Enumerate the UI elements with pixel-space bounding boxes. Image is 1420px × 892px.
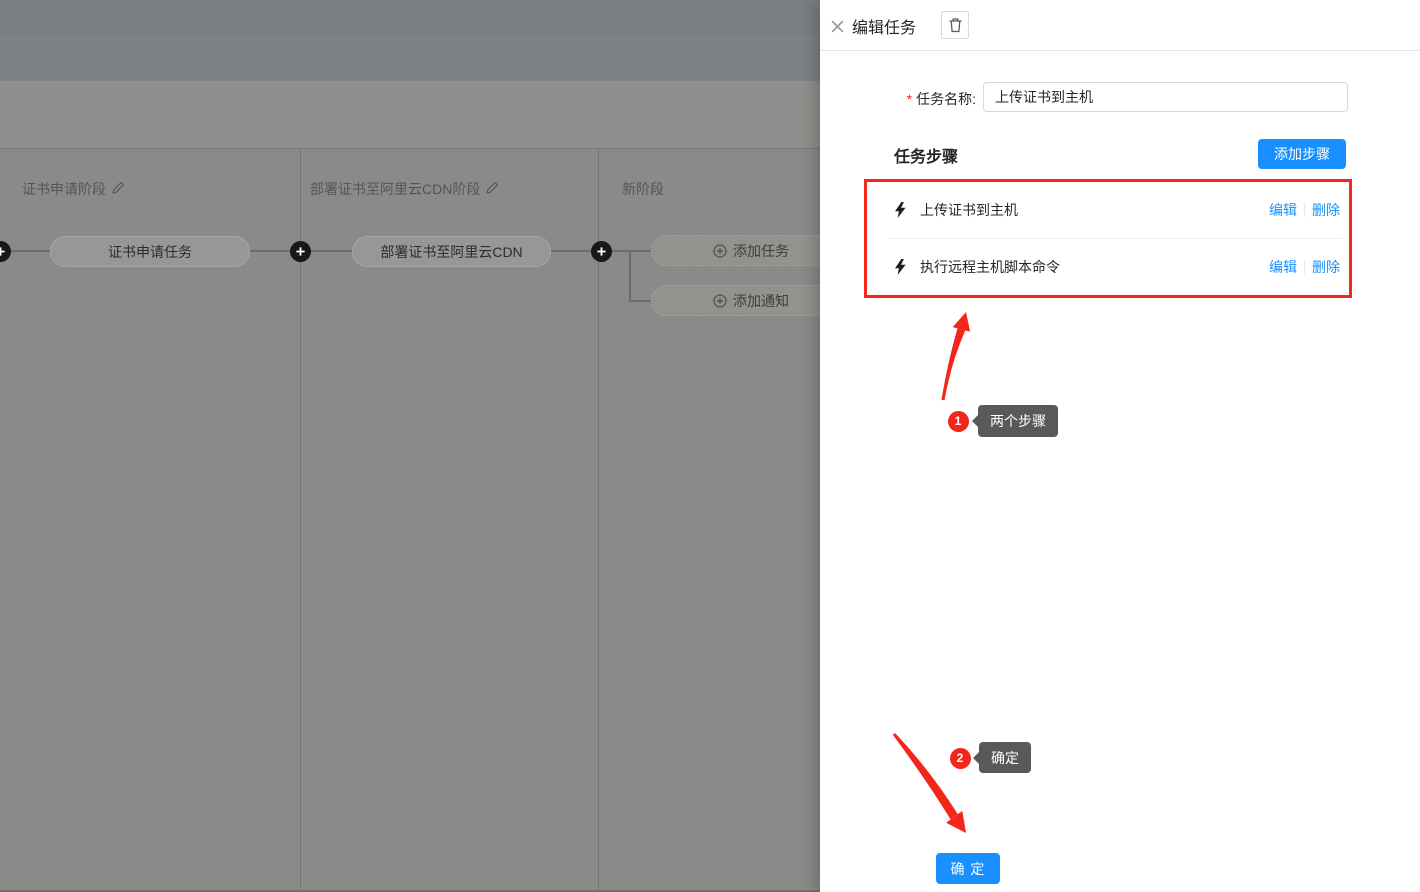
annotation-tooltip-2: 确定 <box>979 742 1031 773</box>
connector-line <box>611 250 651 252</box>
step-row: 执行远程主机脚本命令 编辑 删除 <box>867 239 1349 295</box>
stage-title-label: 部署证书至阿里云CDN阶段 <box>310 179 480 199</box>
step-name: 上传证书到主机 <box>920 200 1018 220</box>
connector-line <box>250 250 291 252</box>
confirm-button[interactable]: 确 定 <box>936 853 1000 884</box>
connector-line <box>629 300 651 302</box>
stage-title-1: 证书申请阶段 <box>22 181 125 197</box>
annotation-tooltip-1: 两个步骤 <box>978 405 1058 437</box>
plus-icon <box>295 246 306 257</box>
delete-step-link[interactable]: 删除 <box>1312 257 1340 277</box>
link-separator <box>1304 203 1305 217</box>
connector-line <box>551 250 592 252</box>
steps-heading: 任务步骤 <box>894 143 958 167</box>
add-stage-button[interactable] <box>591 241 612 262</box>
delete-task-button[interactable] <box>941 11 969 39</box>
lightning-icon <box>894 259 907 275</box>
edit-task-drawer: 编辑任务 *任务名称: 任务步骤 添加步骤 上传证书到主机 编辑 删除 执 <box>820 0 1420 892</box>
edit-step-link[interactable]: 编辑 <box>1269 200 1297 220</box>
task-name-label: *任务名称: <box>820 89 976 109</box>
link-separator <box>1304 260 1305 274</box>
drawer-title: 编辑任务 <box>852 0 916 51</box>
plus-icon <box>0 246 6 257</box>
steps-highlight-box: 上传证书到主机 编辑 删除 执行远程主机脚本命令 编辑 删除 <box>864 179 1352 298</box>
task-node-label: 证书申请任务 <box>108 242 192 262</box>
add-step-button[interactable]: 添加步骤 <box>1258 139 1346 169</box>
stage-title-label: 新阶段 <box>622 179 664 199</box>
circle-plus-icon <box>713 294 727 308</box>
add-task-label: 添加任务 <box>733 241 789 261</box>
close-icon[interactable] <box>826 15 848 37</box>
trash-icon <box>948 17 963 33</box>
drawer-header: 编辑任务 <box>820 0 1420 51</box>
task-name-input[interactable] <box>983 82 1348 112</box>
step-name: 执行远程主机脚本命令 <box>920 257 1060 277</box>
stage-title-3: 新阶段 <box>622 181 664 197</box>
connector-line <box>310 250 352 252</box>
lightning-icon <box>894 202 907 218</box>
required-mark: * <box>907 91 912 107</box>
connector-line <box>629 250 631 301</box>
annotation-badge-2: 2 <box>950 748 971 769</box>
circle-plus-icon <box>713 244 727 258</box>
connector-line <box>8 250 50 252</box>
plus-icon <box>596 246 607 257</box>
delete-step-link[interactable]: 删除 <box>1312 200 1340 220</box>
task-node-label: 部署证书至阿里云CDN <box>380 242 522 262</box>
add-stage-button[interactable] <box>290 241 311 262</box>
add-notification-label: 添加通知 <box>733 291 789 311</box>
edit-step-link[interactable]: 编辑 <box>1269 257 1297 277</box>
task-node-deploy-cdn[interactable]: 部署证书至阿里云CDN <box>352 236 551 267</box>
stage-title-label: 证书申请阶段 <box>22 179 106 199</box>
annotation-badge-1: 1 <box>948 411 969 432</box>
edit-pencil-icon[interactable] <box>486 181 499 197</box>
stage-title-2: 部署证书至阿里云CDN阶段 <box>310 181 499 197</box>
task-node-cert-apply[interactable]: 证书申请任务 <box>50 236 250 267</box>
step-row: 上传证书到主机 编辑 删除 <box>867 182 1349 238</box>
edit-pencil-icon[interactable] <box>112 181 125 197</box>
